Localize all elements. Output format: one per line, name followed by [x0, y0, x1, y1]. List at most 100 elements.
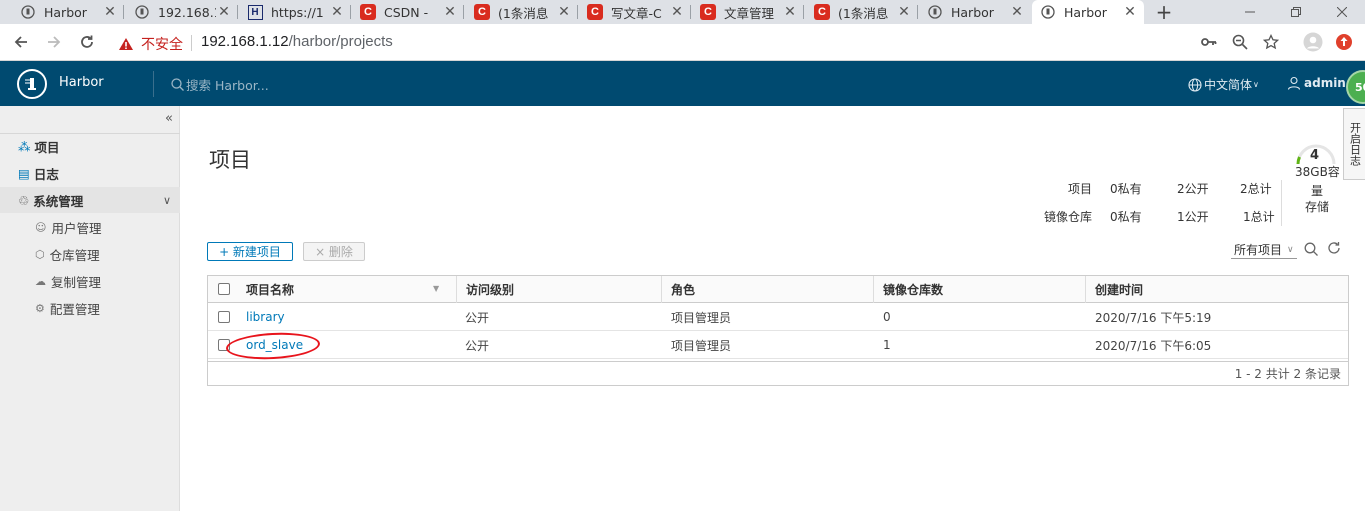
column-label: 角色 [671, 283, 696, 297]
column-label: 创建时间 [1095, 283, 1144, 297]
summary-repos-label: 镜像仓库 [1044, 210, 1093, 224]
summary-projects-private: 0私有 [1110, 182, 1142, 196]
sidebar-item-users[interactable]: ☺ 用户管理 [0, 214, 180, 240]
app-header: Harbor 搜索 Harbor... 中文简体 ∨ admin ∨ [0, 61, 1365, 106]
harbor-icon [1040, 4, 1056, 20]
harbor-logo[interactable] [17, 69, 47, 99]
url-host: 192.168.1.12 [201, 33, 289, 50]
close-icon[interactable]: ✕ [216, 4, 232, 20]
profile-avatar-icon[interactable] [1302, 31, 1324, 53]
search-icon[interactable] [1304, 242, 1318, 259]
summary-repos-private: 0私有 [1110, 210, 1142, 224]
close-icon[interactable]: ✕ [1122, 4, 1138, 20]
browser-tab[interactable]: C (1条消息 ✕ [466, 0, 578, 24]
globe-icon [1188, 77, 1202, 92]
side-tab[interactable]: 开启日志 [1343, 108, 1365, 180]
project-name-cell: library [246, 303, 285, 331]
repo-count-cell: 0 [883, 310, 891, 324]
forward-arrow-icon[interactable] [42, 30, 66, 54]
column-label: 项目名称 [246, 283, 295, 297]
project-filter-select[interactable]: 所有项目 ∨ [1231, 241, 1297, 259]
access-cell: 公开 [465, 310, 490, 325]
column-header-role[interactable]: 角色 [661, 276, 873, 303]
global-search[interactable]: 搜索 Harbor... [171, 75, 269, 94]
select-all-checkbox[interactable] [218, 283, 230, 295]
csdn-icon: C [700, 4, 716, 20]
browser-tab-active[interactable]: Harbor ✕ [1032, 0, 1144, 24]
browser-tab-title: 写文章-C [611, 5, 662, 21]
browser-tab[interactable]: Harbor ✕ [12, 0, 124, 24]
sidebar-item-projects[interactable]: ⁂ 项目 [0, 133, 180, 159]
browser-tab[interactable]: 192.168.1 ✕ [126, 0, 238, 24]
close-icon[interactable]: ✕ [896, 4, 912, 20]
column-header-repos[interactable]: 镜像仓库数 [873, 276, 1085, 303]
minimize-icon[interactable] [1230, 0, 1270, 24]
sidebar-item-label: 配置管理 [49, 301, 100, 317]
language-label: 中文简体 [1204, 78, 1253, 92]
sort-icon[interactable]: ▼ [433, 284, 439, 293]
close-icon[interactable]: ✕ [782, 4, 798, 20]
new-tab-button[interactable]: + [1152, 0, 1176, 24]
browser-tab[interactable]: C 文章管理 ✕ [692, 0, 804, 24]
close-icon[interactable]: ✕ [556, 4, 572, 20]
browser-tab[interactable]: C 写文章-C ✕ [579, 0, 691, 24]
sidebar-item-replication[interactable]: ☁ 复制管理 [0, 268, 180, 294]
admin-icon: ♲ [18, 192, 30, 208]
new-project-button[interactable]: + 新建项目 [207, 242, 293, 261]
h-icon: H [247, 4, 263, 20]
table-row[interactable]: library 公开 项目管理员 0 2020/7/16 下午5:19 [208, 303, 1348, 331]
browser-tab[interactable]: C (1条消息 ✕ [806, 0, 918, 24]
table-footer: 1 - 2 共计 2 条记录 [208, 361, 1348, 386]
close-icon[interactable]: ✕ [442, 4, 458, 20]
collapse-icon[interactable]: « [165, 111, 173, 126]
project-icon: ⁂ [18, 138, 31, 154]
extension-icon[interactable] [1333, 31, 1355, 53]
brand-name[interactable]: Harbor [59, 75, 104, 90]
pagination-summary: 1 - 2 共计 2 条记录 [1234, 367, 1341, 381]
zoom-icon[interactable] [1229, 31, 1251, 53]
key-icon[interactable] [1198, 31, 1220, 53]
row-checkbox[interactable] [218, 311, 230, 323]
language-selector[interactable]: 中文简体 ∨ [1188, 76, 1259, 93]
window-close-icon[interactable] [1322, 0, 1362, 24]
column-header-access[interactable]: 访问级别 [456, 276, 661, 303]
summary-projects-total: 2总计 [1240, 182, 1272, 196]
column-label: 访问级别 [466, 283, 515, 297]
close-icon[interactable]: ✕ [102, 4, 118, 20]
user-menu[interactable]: admin ∨ [1287, 76, 1354, 90]
table-row[interactable]: ord_slave 公开 项目管理员 1 2020/7/16 下午6:05 [208, 330, 1348, 362]
sidebar-item-logs[interactable]: ▤ 日志 [0, 160, 180, 186]
project-link[interactable]: library [246, 310, 285, 324]
bookmark-star-icon[interactable] [1260, 31, 1282, 53]
browser-tab[interactable]: Harbor ✕ [919, 0, 1031, 24]
red-annotation-circle [225, 330, 321, 362]
created-time-cell: 2020/7/16 下午5:19 [1095, 310, 1212, 325]
column-header-name[interactable]: 项目名称 [246, 276, 458, 303]
close-icon[interactable]: ✕ [329, 4, 345, 20]
csdn-icon: C [814, 4, 830, 20]
delete-button[interactable]: × 删除 [303, 242, 365, 261]
sidebar-group-label: 系统管理 [33, 193, 84, 209]
search-icon [171, 78, 184, 91]
filter-label: 所有项目 [1234, 243, 1283, 257]
security-warning[interactable]: 不安全 [118, 34, 183, 54]
sidebar-item-registries[interactable]: ⬡ 仓库管理 [0, 241, 180, 267]
projects-table: 项目名称 ▼ 访问级别 角色 镜像仓库数 创建时间 library 公开 项目管… [207, 275, 1349, 386]
sidebar-item-configuration[interactable]: ⚙ 配置管理 [0, 295, 180, 321]
refresh-icon[interactable] [1327, 241, 1341, 259]
sidebar-collapse: « [0, 106, 180, 134]
browser-tab[interactable]: C CSDN - ✕ [352, 0, 464, 24]
close-icon[interactable]: ✕ [1009, 4, 1025, 20]
csdn-icon: C [360, 4, 376, 20]
column-header-created[interactable]: 创建时间 [1085, 276, 1348, 303]
browser-tab[interactable]: H https://1 ✕ [239, 0, 351, 24]
close-icon[interactable]: ✕ [669, 4, 685, 20]
harbor-icon [20, 4, 36, 20]
reload-icon[interactable] [75, 30, 99, 54]
url-field[interactable]: 192.168.1.12/harbor/projects [201, 33, 393, 50]
header-divider [153, 71, 154, 97]
sidebar-group-admin[interactable]: ♲ 系统管理 ∨ [0, 187, 180, 213]
restore-icon[interactable] [1276, 0, 1316, 24]
summary-repos-public: 1公开 [1177, 210, 1209, 224]
back-arrow-icon[interactable] [9, 30, 33, 54]
